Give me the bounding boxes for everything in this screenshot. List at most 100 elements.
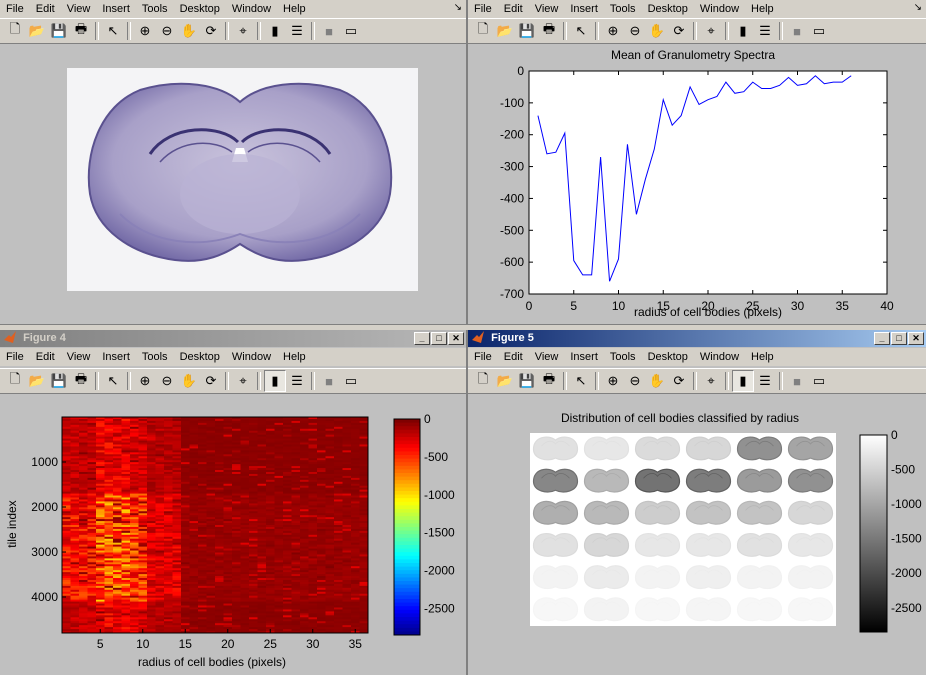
hide-plot-tools-icon[interactable]: ■ [786, 370, 808, 392]
legend-icon[interactable]: ☰ [286, 370, 308, 392]
show-plot-tools-icon[interactable]: ▭ [808, 370, 830, 392]
menu-help[interactable]: Help [745, 3, 780, 15]
menu-window[interactable]: Window [694, 351, 745, 363]
save-icon[interactable]: 💾 [516, 20, 538, 42]
menu-view[interactable]: View [529, 351, 565, 363]
save-icon[interactable]: 💾 [48, 20, 70, 42]
legend-icon[interactable]: ☰ [754, 20, 776, 42]
hide-plot-tools-icon[interactable]: ■ [786, 20, 808, 42]
colorbar-icon[interactable]: ▮ [264, 370, 286, 392]
zoom-out-icon[interactable]: ⊖ [156, 20, 178, 42]
rotate-3d-icon[interactable]: ⟳ [200, 20, 222, 42]
menu-help[interactable]: Help [277, 351, 312, 363]
titlebar[interactable]: Figure 4 _ □ ✕ [0, 330, 466, 347]
maximize-button[interactable]: □ [891, 332, 907, 345]
pan-hand-icon[interactable]: ✋ [178, 20, 200, 42]
menu-file[interactable]: File [468, 351, 498, 363]
rotate-3d-icon[interactable]: ⟳ [668, 370, 690, 392]
maximize-button[interactable]: □ [431, 332, 447, 345]
zoom-in-icon[interactable]: ⊕ [602, 20, 624, 42]
pointer-icon[interactable]: ↖ [102, 370, 124, 392]
dock-arrow-icon[interactable]: ↘ [914, 2, 922, 13]
titlebar[interactable]: Figure 5 _ □ ✕ [468, 330, 926, 347]
rotate-3d-icon[interactable]: ⟳ [200, 370, 222, 392]
show-plot-tools-icon[interactable]: ▭ [340, 370, 362, 392]
menu-view[interactable]: View [61, 351, 97, 363]
pointer-icon[interactable]: ↖ [570, 20, 592, 42]
axes-box[interactable] [528, 70, 888, 295]
zoom-in-icon[interactable]: ⊕ [602, 370, 624, 392]
colorbar-icon[interactable]: ▮ [264, 20, 286, 42]
menu-desktop[interactable]: Desktop [642, 3, 694, 15]
minimize-button[interactable]: _ [414, 332, 430, 345]
print-icon[interactable]: 🖶 [70, 20, 92, 42]
print-icon[interactable]: 🖶 [538, 20, 560, 42]
pointer-icon[interactable]: ↖ [570, 370, 592, 392]
close-button[interactable]: ✕ [908, 332, 924, 345]
menu-file[interactable]: File [0, 351, 30, 363]
open-folder-icon[interactable]: 📂 [494, 20, 516, 42]
print-icon[interactable]: 🖶 [70, 370, 92, 392]
menu-insert[interactable]: Insert [564, 351, 604, 363]
menu-insert[interactable]: Insert [564, 3, 604, 15]
menu-tools[interactable]: Tools [136, 351, 174, 363]
legend-icon[interactable]: ☰ [754, 370, 776, 392]
pan-hand-icon[interactable]: ✋ [178, 370, 200, 392]
new-file-icon[interactable]: 🗋 [472, 370, 494, 392]
menu-window[interactable]: Window [226, 3, 277, 15]
hide-plot-tools-icon[interactable]: ■ [318, 20, 340, 42]
hide-plot-tools-icon[interactable]: ■ [318, 370, 340, 392]
menu-help[interactable]: Help [277, 3, 312, 15]
data-cursor-icon[interactable]: ⌖ [700, 370, 722, 392]
colorbar-icon[interactable]: ▮ [732, 20, 754, 42]
show-plot-tools-icon[interactable]: ▭ [808, 20, 830, 42]
new-file-icon[interactable]: 🗋 [4, 370, 26, 392]
zoom-out-icon[interactable]: ⊖ [624, 20, 646, 42]
menu-desktop[interactable]: Desktop [174, 3, 226, 15]
menu-edit[interactable]: Edit [30, 351, 61, 363]
menu-help[interactable]: Help [745, 351, 780, 363]
data-cursor-icon[interactable]: ⌖ [700, 20, 722, 42]
new-file-icon[interactable]: 🗋 [472, 20, 494, 42]
pointer-icon[interactable]: ↖ [102, 20, 124, 42]
print-icon[interactable]: 🖶 [538, 370, 560, 392]
menu-edit[interactable]: Edit [498, 351, 529, 363]
menu-tools[interactable]: Tools [604, 3, 642, 15]
zoom-in-icon[interactable]: ⊕ [134, 20, 156, 42]
rotate-3d-icon[interactable]: ⟳ [668, 20, 690, 42]
menu-edit[interactable]: Edit [30, 3, 61, 15]
menu-window[interactable]: Window [226, 351, 277, 363]
colorbar-icon[interactable]: ▮ [732, 370, 754, 392]
pan-hand-icon[interactable]: ✋ [646, 20, 668, 42]
save-icon[interactable]: 💾 [516, 370, 538, 392]
zoom-out-icon[interactable]: ⊖ [156, 370, 178, 392]
menu-window[interactable]: Window [694, 3, 745, 15]
open-folder-icon[interactable]: 📂 [26, 20, 48, 42]
minimize-button[interactable]: _ [874, 332, 890, 345]
menu-tools[interactable]: Tools [604, 351, 642, 363]
open-folder-icon[interactable]: 📂 [26, 370, 48, 392]
pan-hand-icon[interactable]: ✋ [646, 370, 668, 392]
open-folder-icon[interactable]: 📂 [494, 370, 516, 392]
menu-edit[interactable]: Edit [498, 3, 529, 15]
colorbar[interactable] [394, 419, 420, 636]
menu-file[interactable]: File [0, 3, 30, 15]
new-file-icon[interactable]: 🗋 [4, 20, 26, 42]
menu-file[interactable]: File [468, 3, 498, 15]
save-icon[interactable]: 💾 [48, 370, 70, 392]
dock-arrow-icon[interactable]: ↘ [454, 2, 462, 13]
colorbar[interactable] [859, 434, 888, 633]
legend-icon[interactable]: ☰ [286, 20, 308, 42]
menu-insert[interactable]: Insert [96, 3, 136, 15]
zoom-in-icon[interactable]: ⊕ [134, 370, 156, 392]
menu-insert[interactable]: Insert [96, 351, 136, 363]
close-button[interactable]: ✕ [448, 332, 464, 345]
menu-tools[interactable]: Tools [136, 3, 174, 15]
show-plot-tools-icon[interactable]: ▭ [340, 20, 362, 42]
zoom-out-icon[interactable]: ⊖ [624, 370, 646, 392]
menu-desktop[interactable]: Desktop [174, 351, 226, 363]
menu-view[interactable]: View [61, 3, 97, 15]
data-cursor-icon[interactable]: ⌖ [232, 370, 254, 392]
menu-desktop[interactable]: Desktop [642, 351, 694, 363]
data-cursor-icon[interactable]: ⌖ [232, 20, 254, 42]
